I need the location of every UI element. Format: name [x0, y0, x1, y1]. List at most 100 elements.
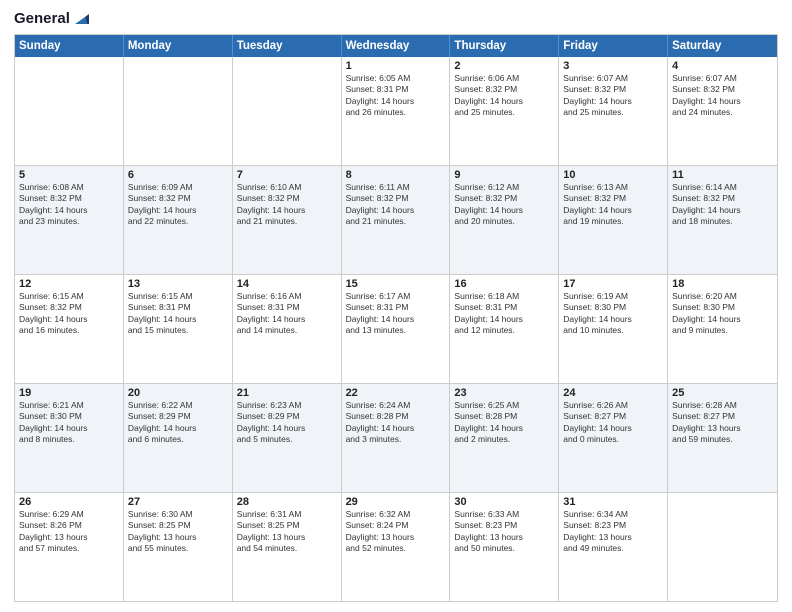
calendar-cell: 2Sunrise: 6:06 AM Sunset: 8:32 PM Daylig…	[450, 57, 559, 165]
day-info: Sunrise: 6:12 AM Sunset: 8:32 PM Dayligh…	[454, 182, 554, 228]
day-number: 7	[237, 169, 337, 181]
day-number: 27	[128, 496, 228, 508]
calendar-cell: 10Sunrise: 6:13 AM Sunset: 8:32 PM Dayli…	[559, 166, 668, 274]
calendar-cell: 20Sunrise: 6:22 AM Sunset: 8:29 PM Dayli…	[124, 384, 233, 492]
logo-text-general: General	[14, 11, 70, 28]
day-number: 4	[672, 60, 773, 72]
calendar-cell: 8Sunrise: 6:11 AM Sunset: 8:32 PM Daylig…	[342, 166, 451, 274]
day-info: Sunrise: 6:15 AM Sunset: 8:31 PM Dayligh…	[128, 291, 228, 337]
calendar-cell: 6Sunrise: 6:09 AM Sunset: 8:32 PM Daylig…	[124, 166, 233, 274]
calendar-cell: 26Sunrise: 6:29 AM Sunset: 8:26 PM Dayli…	[15, 493, 124, 601]
calendar-cell: 24Sunrise: 6:26 AM Sunset: 8:27 PM Dayli…	[559, 384, 668, 492]
day-number: 13	[128, 278, 228, 290]
day-number: 14	[237, 278, 337, 290]
day-info: Sunrise: 6:30 AM Sunset: 8:25 PM Dayligh…	[128, 509, 228, 555]
logo: General	[14, 10, 89, 28]
day-info: Sunrise: 6:23 AM Sunset: 8:29 PM Dayligh…	[237, 400, 337, 446]
day-info: Sunrise: 6:16 AM Sunset: 8:31 PM Dayligh…	[237, 291, 337, 337]
day-number: 15	[346, 278, 446, 290]
day-number: 21	[237, 387, 337, 399]
day-number: 12	[19, 278, 119, 290]
day-info: Sunrise: 6:07 AM Sunset: 8:32 PM Dayligh…	[672, 73, 773, 119]
header-day-wednesday: Wednesday	[342, 35, 451, 57]
day-number: 31	[563, 496, 663, 508]
calendar-cell: 4Sunrise: 6:07 AM Sunset: 8:32 PM Daylig…	[668, 57, 777, 165]
calendar-cell	[15, 57, 124, 165]
day-number: 19	[19, 387, 119, 399]
day-number: 24	[563, 387, 663, 399]
calendar-cell: 16Sunrise: 6:18 AM Sunset: 8:31 PM Dayli…	[450, 275, 559, 383]
calendar-cell: 25Sunrise: 6:28 AM Sunset: 8:27 PM Dayli…	[668, 384, 777, 492]
day-number: 2	[454, 60, 554, 72]
day-info: Sunrise: 6:29 AM Sunset: 8:26 PM Dayligh…	[19, 509, 119, 555]
header-day-monday: Monday	[124, 35, 233, 57]
day-info: Sunrise: 6:31 AM Sunset: 8:25 PM Dayligh…	[237, 509, 337, 555]
day-info: Sunrise: 6:33 AM Sunset: 8:23 PM Dayligh…	[454, 509, 554, 555]
day-number: 29	[346, 496, 446, 508]
day-info: Sunrise: 6:06 AM Sunset: 8:32 PM Dayligh…	[454, 73, 554, 119]
day-info: Sunrise: 6:07 AM Sunset: 8:32 PM Dayligh…	[563, 73, 663, 119]
day-info: Sunrise: 6:17 AM Sunset: 8:31 PM Dayligh…	[346, 291, 446, 337]
day-info: Sunrise: 6:05 AM Sunset: 8:31 PM Dayligh…	[346, 73, 446, 119]
day-info: Sunrise: 6:34 AM Sunset: 8:23 PM Dayligh…	[563, 509, 663, 555]
calendar-cell: 28Sunrise: 6:31 AM Sunset: 8:25 PM Dayli…	[233, 493, 342, 601]
calendar-cell: 21Sunrise: 6:23 AM Sunset: 8:29 PM Dayli…	[233, 384, 342, 492]
day-number: 6	[128, 169, 228, 181]
calendar-cell: 19Sunrise: 6:21 AM Sunset: 8:30 PM Dayli…	[15, 384, 124, 492]
calendar-cell: 11Sunrise: 6:14 AM Sunset: 8:32 PM Dayli…	[668, 166, 777, 274]
calendar-cell: 17Sunrise: 6:19 AM Sunset: 8:30 PM Dayli…	[559, 275, 668, 383]
day-info: Sunrise: 6:28 AM Sunset: 8:27 PM Dayligh…	[672, 400, 773, 446]
calendar-cell: 13Sunrise: 6:15 AM Sunset: 8:31 PM Dayli…	[124, 275, 233, 383]
day-info: Sunrise: 6:18 AM Sunset: 8:31 PM Dayligh…	[454, 291, 554, 337]
page: General SundayMondayTuesdayWednesdayThur…	[0, 0, 792, 612]
calendar-row-5: 26Sunrise: 6:29 AM Sunset: 8:26 PM Dayli…	[15, 493, 777, 601]
calendar-row-1: 1Sunrise: 6:05 AM Sunset: 8:31 PM Daylig…	[15, 57, 777, 166]
calendar: SundayMondayTuesdayWednesdayThursdayFrid…	[14, 34, 778, 602]
day-number: 23	[454, 387, 554, 399]
calendar-cell: 22Sunrise: 6:24 AM Sunset: 8:28 PM Dayli…	[342, 384, 451, 492]
calendar-cell: 31Sunrise: 6:34 AM Sunset: 8:23 PM Dayli…	[559, 493, 668, 601]
calendar-cell: 23Sunrise: 6:25 AM Sunset: 8:28 PM Dayli…	[450, 384, 559, 492]
day-number: 10	[563, 169, 663, 181]
header-day-sunday: Sunday	[15, 35, 124, 57]
header-day-friday: Friday	[559, 35, 668, 57]
day-number: 11	[672, 169, 773, 181]
calendar-header: SundayMondayTuesdayWednesdayThursdayFrid…	[15, 35, 777, 57]
day-info: Sunrise: 6:32 AM Sunset: 8:24 PM Dayligh…	[346, 509, 446, 555]
day-info: Sunrise: 6:26 AM Sunset: 8:27 PM Dayligh…	[563, 400, 663, 446]
day-number: 30	[454, 496, 554, 508]
logo-icon	[71, 10, 89, 28]
day-number: 20	[128, 387, 228, 399]
day-number: 26	[19, 496, 119, 508]
day-info: Sunrise: 6:15 AM Sunset: 8:32 PM Dayligh…	[19, 291, 119, 337]
day-number: 17	[563, 278, 663, 290]
calendar-cell: 3Sunrise: 6:07 AM Sunset: 8:32 PM Daylig…	[559, 57, 668, 165]
calendar-cell	[668, 493, 777, 601]
day-info: Sunrise: 6:08 AM Sunset: 8:32 PM Dayligh…	[19, 182, 119, 228]
day-info: Sunrise: 6:09 AM Sunset: 8:32 PM Dayligh…	[128, 182, 228, 228]
day-number: 18	[672, 278, 773, 290]
calendar-row-3: 12Sunrise: 6:15 AM Sunset: 8:32 PM Dayli…	[15, 275, 777, 384]
calendar-cell: 18Sunrise: 6:20 AM Sunset: 8:30 PM Dayli…	[668, 275, 777, 383]
day-info: Sunrise: 6:22 AM Sunset: 8:29 PM Dayligh…	[128, 400, 228, 446]
calendar-cell: 30Sunrise: 6:33 AM Sunset: 8:23 PM Dayli…	[450, 493, 559, 601]
day-info: Sunrise: 6:14 AM Sunset: 8:32 PM Dayligh…	[672, 182, 773, 228]
calendar-cell	[124, 57, 233, 165]
day-number: 16	[454, 278, 554, 290]
day-number: 25	[672, 387, 773, 399]
day-number: 8	[346, 169, 446, 181]
calendar-cell: 14Sunrise: 6:16 AM Sunset: 8:31 PM Dayli…	[233, 275, 342, 383]
calendar-cell: 9Sunrise: 6:12 AM Sunset: 8:32 PM Daylig…	[450, 166, 559, 274]
day-info: Sunrise: 6:10 AM Sunset: 8:32 PM Dayligh…	[237, 182, 337, 228]
calendar-row-4: 19Sunrise: 6:21 AM Sunset: 8:30 PM Dayli…	[15, 384, 777, 493]
calendar-cell	[233, 57, 342, 165]
day-number: 28	[237, 496, 337, 508]
day-number: 1	[346, 60, 446, 72]
day-info: Sunrise: 6:13 AM Sunset: 8:32 PM Dayligh…	[563, 182, 663, 228]
day-info: Sunrise: 6:11 AM Sunset: 8:32 PM Dayligh…	[346, 182, 446, 228]
day-number: 5	[19, 169, 119, 181]
calendar-cell: 29Sunrise: 6:32 AM Sunset: 8:24 PM Dayli…	[342, 493, 451, 601]
calendar-cell: 15Sunrise: 6:17 AM Sunset: 8:31 PM Dayli…	[342, 275, 451, 383]
calendar-cell: 12Sunrise: 6:15 AM Sunset: 8:32 PM Dayli…	[15, 275, 124, 383]
day-number: 3	[563, 60, 663, 72]
